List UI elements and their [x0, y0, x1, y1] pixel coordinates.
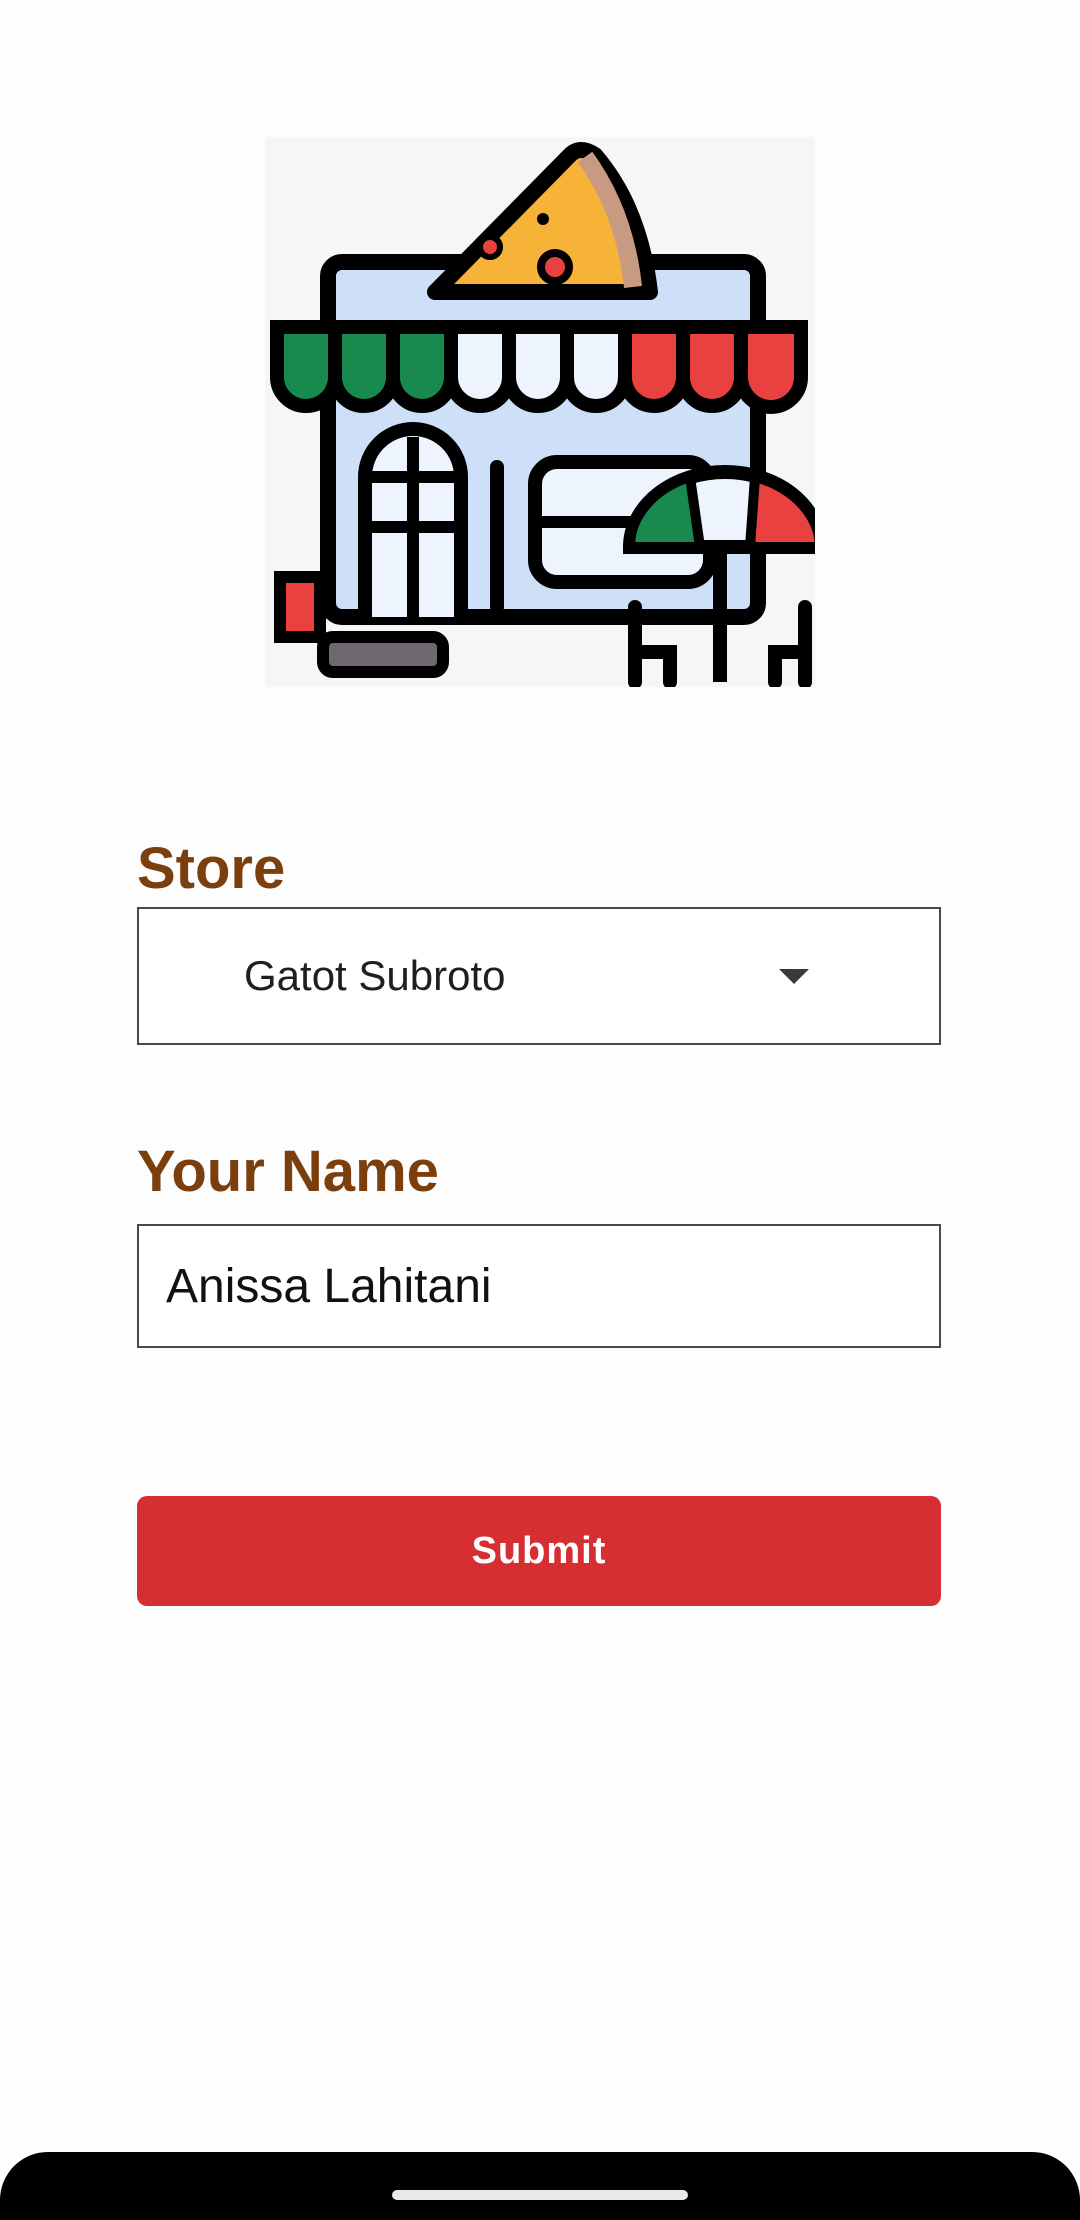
store-dropdown[interactable]: Gatot Subroto	[137, 907, 941, 1045]
screen: Store Gatot Subroto Your Name Submit	[0, 0, 1080, 2220]
home-indicator[interactable]	[392, 2190, 688, 2200]
submit-button[interactable]: Submit	[137, 1496, 941, 1606]
system-navigation-bar	[0, 2152, 1080, 2220]
store-label: Store	[137, 836, 286, 901]
store-selected-value: Gatot Subroto	[244, 952, 506, 999]
pizza-store-icon	[265, 137, 815, 687]
your-name-label: Your Name	[137, 1139, 439, 1204]
name-input[interactable]	[137, 1224, 941, 1348]
chevron-down-icon[interactable]	[779, 969, 809, 984]
